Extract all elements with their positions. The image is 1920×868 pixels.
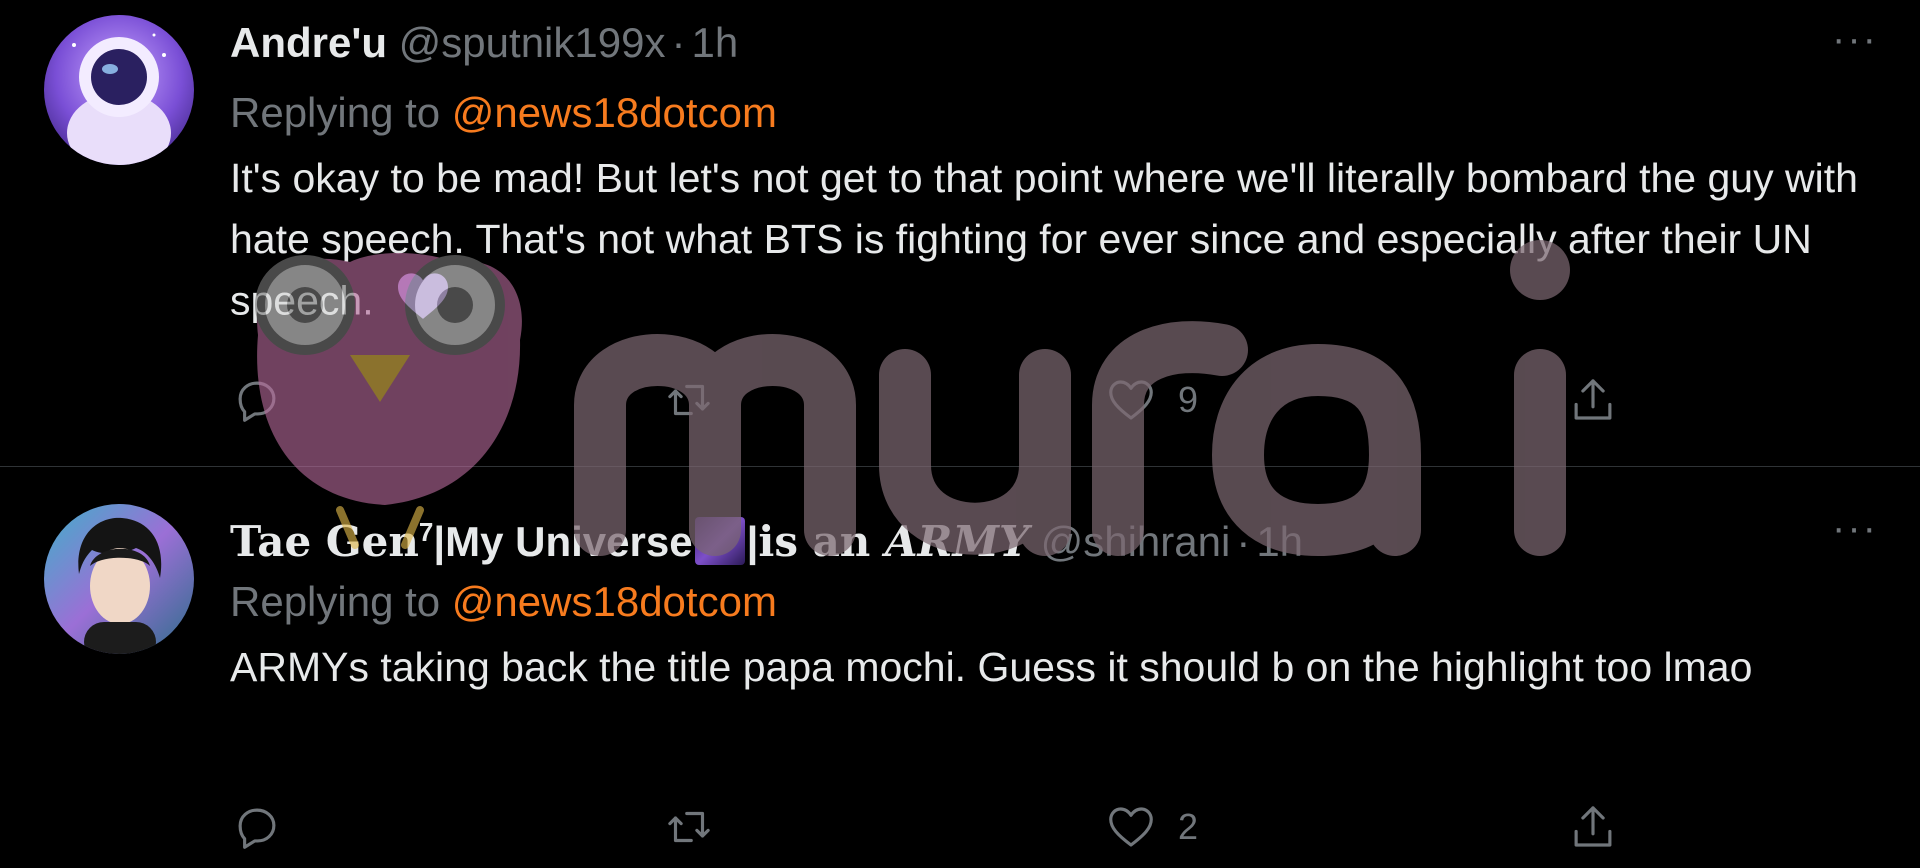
tweet-content: Tae Gen7|My Universe |is an ARMY @shihran… <box>230 503 1890 698</box>
replying-prefix: Replying to <box>230 578 452 625</box>
more-options-icon[interactable]: ··· <box>1832 503 1878 553</box>
tweet[interactable]: Tae Gen7|My Universe |is an ARMY @shihran… <box>0 467 1920 868</box>
display-name-part: ARMY <box>884 517 1029 566</box>
retweet-icon <box>668 384 710 416</box>
like-count: 2 <box>1178 806 1199 847</box>
tweet-text: ARMYs taking back the title papa mochi. … <box>230 644 1753 690</box>
replying-to: Replying to @news18dotcom <box>230 573 1890 631</box>
like-count: 9 <box>1178 379 1199 420</box>
tweet-actions: 9 <box>230 370 1630 430</box>
heart-icon <box>1109 807 1153 847</box>
avatar[interactable] <box>44 15 194 165</box>
separator-dot: · <box>671 19 686 66</box>
tweet-text: It's okay to be mad! But let's not get t… <box>230 148 1890 337</box>
reply-icon <box>238 381 276 422</box>
display-name-part: Tae Gen <box>230 517 419 566</box>
display-name-part: | <box>746 518 759 565</box>
replying-prefix: Replying to <box>230 89 452 136</box>
portrait-avatar-image <box>44 504 194 654</box>
replying-to: Replying to @news18dotcom <box>230 84 1890 142</box>
retweet-button[interactable] <box>662 797 736 857</box>
like-button[interactable]: 9 <box>1104 370 1198 430</box>
galaxy-icon <box>694 516 745 565</box>
avatar[interactable] <box>44 504 194 654</box>
retweet-button[interactable] <box>662 370 736 430</box>
separator-dot: · <box>1236 518 1251 565</box>
reply-button[interactable] <box>230 797 304 857</box>
share-button[interactable] <box>1566 370 1620 430</box>
heart-icon <box>1109 380 1153 420</box>
reply-icon <box>238 808 276 849</box>
mention-link[interactable]: @news18dotcom <box>452 89 777 136</box>
display-name[interactable]: Tae Gen7|My Universe |is an ARMY <box>230 516 1029 566</box>
purple-heart-icon <box>395 270 451 337</box>
display-name[interactable]: Andre'u <box>230 19 387 66</box>
handle[interactable]: @shihrani <box>1041 518 1231 565</box>
more-options-icon[interactable]: ··· <box>1832 14 1878 64</box>
display-name-superscript: 7 <box>418 517 434 547</box>
tweet[interactable]: Andre'u @sputnik199x · 1h ··· Replying to … <box>0 0 1920 467</box>
tweet-header: Tae Gen7|My Universe |is an ARMY @shihran… <box>230 503 1890 566</box>
share-button[interactable] <box>1566 797 1620 857</box>
display-name-part: |My Universe <box>433 518 693 565</box>
tweet-actions: 2 <box>230 797 1630 857</box>
like-button[interactable]: 2 <box>1104 797 1198 857</box>
reply-button[interactable] <box>230 370 304 430</box>
astronaut-avatar-image <box>44 15 194 165</box>
share-icon <box>1574 379 1612 420</box>
mention-link[interactable]: @news18dotcom <box>452 578 777 625</box>
timestamp[interactable]: 1h <box>691 19 738 66</box>
tweet-content: Andre'u @sputnik199x · 1h ··· Replying to … <box>230 14 1890 337</box>
handle[interactable]: @sputnik199x <box>399 19 666 66</box>
share-icon <box>1574 806 1612 847</box>
tweet-header: Andre'u @sputnik199x · 1h ··· <box>230 14 1890 72</box>
display-name-part: is an <box>758 517 885 566</box>
tweet-body: It's okay to be mad! But let's not get t… <box>230 155 1858 324</box>
timestamp[interactable]: 1h <box>1256 518 1303 565</box>
retweet-icon <box>668 811 710 843</box>
